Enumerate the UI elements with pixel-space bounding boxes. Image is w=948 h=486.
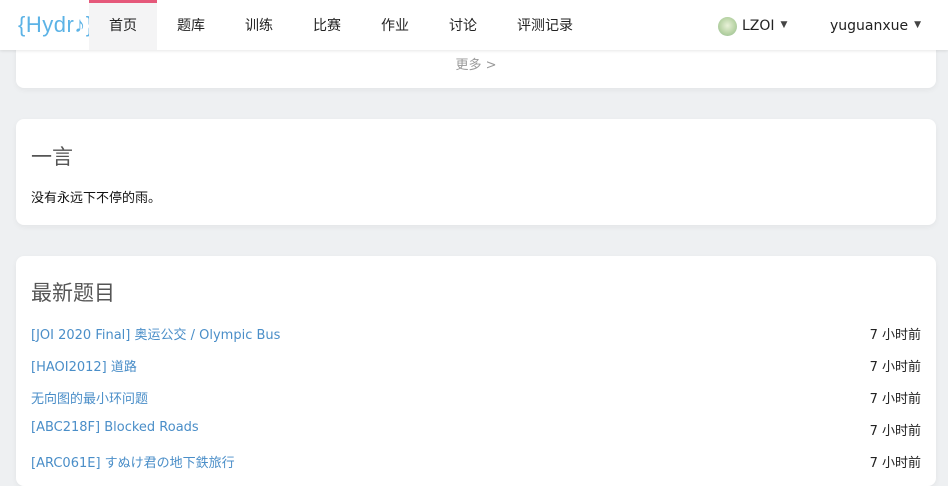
chevron-down-icon: ▼ xyxy=(780,20,788,30)
problem-row: [ABC218F] Blocked Roads 7 小时前 xyxy=(31,420,921,440)
chevron-down-icon: ▼ xyxy=(914,20,922,30)
problem-time: 7 小时前 xyxy=(869,360,921,375)
problem-time: 7 小时前 xyxy=(869,424,921,439)
latest-problems-card: 最新题目 [JOI 2020 Final] 奥运公交 / Olympic Bus… xyxy=(16,256,936,486)
domain-label: LZOI xyxy=(742,18,775,34)
problem-time: 7 小时前 xyxy=(869,456,921,471)
problem-link[interactable]: [HAOI2012] 道路 xyxy=(31,356,137,375)
domain-avatar xyxy=(718,16,737,36)
nav-problems-label: 题库 xyxy=(177,18,205,34)
user-menu[interactable]: yuguanxue ▼ xyxy=(830,16,921,36)
more-link[interactable]: 更多 > xyxy=(16,54,936,73)
nav-contests[interactable]: 比赛 xyxy=(294,0,360,50)
nav-training-label: 训练 xyxy=(245,18,273,34)
username-label: yuguanxue xyxy=(830,18,909,34)
problem-time: 7 小时前 xyxy=(869,392,921,407)
problem-row: [HAOI2012] 道路 7 小时前 xyxy=(31,356,921,376)
nav-home-label: 首页 xyxy=(109,18,137,34)
nav-home[interactable]: 首页 xyxy=(89,0,157,50)
nav-homework-label: 作业 xyxy=(381,18,409,34)
problem-row: [ARC061E] すぬけ君の地下鉄旅行 7 小时前 xyxy=(31,452,921,472)
logo-text: {Hydr♪} xyxy=(18,12,94,37)
nav-contests-label: 比赛 xyxy=(313,18,341,34)
nav-discussion[interactable]: 讨论 xyxy=(430,0,496,50)
nav-records[interactable]: 评测记录 xyxy=(500,0,590,50)
top-navbar: {Hydr♪} 首页 题库 训练 比赛 作业 讨论 评测记录 LZOI ▼ yu… xyxy=(0,0,948,50)
domain-switcher[interactable]: LZOI ▼ xyxy=(718,16,787,36)
problem-link[interactable]: [ARC061E] すぬけ君の地下鉄旅行 xyxy=(31,452,235,471)
nav-problems[interactable]: 题库 xyxy=(158,0,224,50)
hitokoto-text: 没有永远下不停的雨。 xyxy=(31,191,162,206)
hitokoto-card: 一言 没有永远下不停的雨。 xyxy=(16,119,936,225)
nav-homework[interactable]: 作业 xyxy=(362,0,428,50)
problem-row: [JOI 2020 Final] 奥运公交 / Olympic Bus 7 小时… xyxy=(31,324,921,344)
problem-row: 无向图的最小环问题 7 小时前 xyxy=(31,388,921,408)
problem-link[interactable]: [JOI 2020 Final] 奥运公交 / Olympic Bus xyxy=(31,324,280,343)
hitokoto-title: 一言 xyxy=(31,145,73,169)
latest-problems-title: 最新题目 xyxy=(31,281,115,305)
nav-discussion-label: 讨论 xyxy=(449,18,477,34)
problem-link[interactable]: [ABC218F] Blocked Roads xyxy=(31,420,199,435)
problem-link[interactable]: 无向图的最小环问题 xyxy=(31,388,148,407)
nav-records-label: 评测记录 xyxy=(517,18,573,34)
problem-time: 7 小时前 xyxy=(869,328,921,343)
nav-training[interactable]: 训练 xyxy=(226,0,292,50)
hydro-logo[interactable]: {Hydr♪} xyxy=(18,10,94,40)
